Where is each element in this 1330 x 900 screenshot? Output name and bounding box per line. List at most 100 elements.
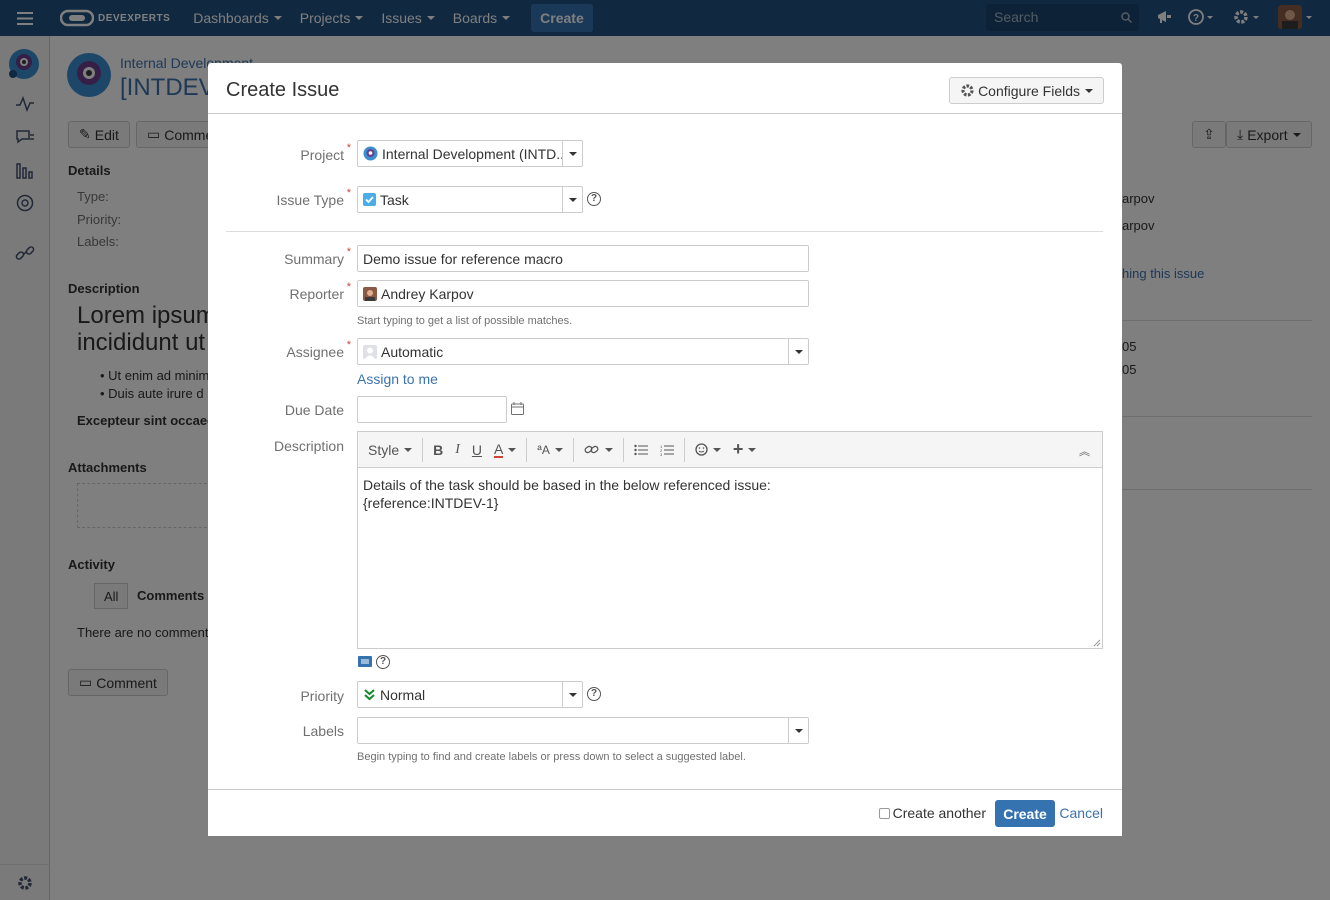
project-select[interactable]: Internal Development (INTD... bbox=[357, 140, 583, 167]
priority-label: Priority bbox=[300, 688, 344, 704]
chevron-down-icon bbox=[604, 447, 613, 452]
editor-toolbar: Style B I U A ªA 123 + ︽ bbox=[358, 432, 1102, 468]
task-icon bbox=[363, 193, 376, 206]
labels-label-text: Labels bbox=[302, 723, 344, 739]
dialog-footer: Create another Create Cancel bbox=[208, 789, 1122, 836]
cancel-link[interactable]: Cancel bbox=[1059, 805, 1103, 821]
resize-handle-icon[interactable] bbox=[1093, 639, 1101, 647]
text-format-icon[interactable]: ªA bbox=[537, 443, 563, 457]
project-avatar-icon bbox=[363, 146, 378, 161]
chevron-down-icon bbox=[568, 151, 577, 156]
chevron-down-icon bbox=[554, 447, 563, 452]
priority-dropdown-button[interactable] bbox=[562, 682, 582, 707]
svg-text:3: 3 bbox=[660, 452, 663, 456]
toolbar-separator bbox=[422, 437, 424, 462]
issue-type-label: Issue Type * bbox=[276, 187, 351, 208]
description-label: Description bbox=[274, 438, 344, 454]
assign-to-me-link[interactable]: Assign to me bbox=[357, 371, 438, 387]
collapse-toolbar-icon[interactable]: ︽ bbox=[1079, 443, 1090, 459]
chevron-down-icon bbox=[568, 197, 577, 202]
project-label-text: Project bbox=[300, 147, 344, 163]
assignee-label-text: Assignee bbox=[286, 344, 344, 360]
issue-type-select[interactable]: Task bbox=[357, 186, 583, 213]
priority-value: Normal bbox=[380, 686, 426, 703]
chevron-down-icon bbox=[794, 349, 803, 354]
description-line-1: Details of the task should be based in t… bbox=[363, 477, 771, 493]
reporter-value: Andrey Karpov bbox=[381, 285, 474, 302]
insert-more-icon[interactable]: + bbox=[733, 439, 757, 460]
emoticon-icon[interactable] bbox=[695, 443, 721, 456]
labels-label: Labels bbox=[303, 723, 344, 739]
configure-fields-label: Configure Fields bbox=[978, 82, 1080, 99]
calendar-icon[interactable] bbox=[511, 402, 524, 415]
reporter-label-text: Reporter bbox=[289, 286, 344, 302]
create-issue-dialog: Create Issue Configure Fields Project * I… bbox=[208, 63, 1122, 836]
due-date-label: Due Date bbox=[285, 402, 344, 418]
toolbar-separator bbox=[683, 437, 685, 462]
dialog-title: Create Issue bbox=[226, 79, 340, 101]
required-marker: * bbox=[346, 281, 351, 293]
due-date-label-text: Due Date bbox=[284, 402, 344, 418]
project-label: Project * bbox=[300, 142, 351, 163]
toolbar-separator bbox=[526, 437, 528, 462]
help-icon[interactable]: ? bbox=[376, 655, 390, 669]
help-icon[interactable]: ? bbox=[587, 192, 601, 206]
italic-icon[interactable]: I bbox=[455, 442, 460, 458]
chevron-down-icon bbox=[712, 447, 721, 452]
labels-hint: Begin typing to find and create labels o… bbox=[357, 751, 746, 763]
description-label-text: Description bbox=[273, 438, 344, 454]
text-color-icon[interactable]: A bbox=[494, 442, 517, 458]
assignee-dropdown-button[interactable] bbox=[788, 339, 808, 364]
summary-label: Summary * bbox=[284, 246, 351, 267]
underline-icon[interactable]: U bbox=[472, 442, 482, 458]
required-marker: * bbox=[346, 187, 351, 199]
bullet-list-icon[interactable] bbox=[634, 444, 648, 456]
section-divider bbox=[226, 231, 1103, 232]
numbered-list-icon[interactable]: 123 bbox=[660, 444, 674, 456]
priority-normal-icon bbox=[364, 689, 375, 701]
dialog-header: Create Issue Configure Fields bbox=[208, 63, 1122, 114]
help-icon[interactable]: ? bbox=[587, 687, 601, 701]
link-icon[interactable] bbox=[584, 444, 613, 456]
assignee-label: Assignee * bbox=[286, 339, 351, 360]
labels-dropdown-button[interactable] bbox=[788, 718, 808, 743]
text-mode-icon[interactable] bbox=[358, 656, 372, 667]
create-another-checkbox[interactable]: Create another bbox=[878, 805, 986, 821]
summary-label-text: Summary bbox=[284, 251, 344, 267]
user-icon bbox=[363, 344, 377, 359]
style-dropdown[interactable]: Style bbox=[368, 441, 413, 458]
reporter-hint: Start typing to get a list of possible m… bbox=[357, 315, 573, 327]
create-another-label: Create another bbox=[892, 805, 986, 821]
create-button[interactable]: Create bbox=[995, 800, 1055, 827]
configure-fields-button[interactable]: Configure Fields bbox=[949, 77, 1104, 104]
priority-select[interactable]: Normal bbox=[357, 681, 583, 708]
bold-icon[interactable]: B bbox=[433, 442, 443, 458]
chevron-down-icon bbox=[508, 447, 517, 452]
gear-icon bbox=[961, 84, 974, 97]
checkbox[interactable] bbox=[878, 807, 890, 819]
project-value: Internal Development (INTD... bbox=[382, 145, 562, 162]
chevron-down-icon bbox=[1085, 88, 1093, 93]
required-marker: * bbox=[346, 142, 351, 154]
toolbar-separator bbox=[572, 437, 574, 462]
reporter-label: Reporter * bbox=[289, 281, 351, 302]
user-avatar-icon bbox=[363, 286, 377, 301]
issue-type-value: Task bbox=[380, 191, 409, 208]
assignee-select[interactable]: Automatic bbox=[357, 338, 809, 365]
project-dropdown-button[interactable] bbox=[562, 141, 582, 166]
reporter-input[interactable]: Andrey Karpov bbox=[357, 280, 809, 307]
summary-value: Demo issue for reference macro bbox=[363, 250, 563, 267]
chevron-down-icon bbox=[748, 447, 757, 452]
issue-type-label-text: Issue Type bbox=[276, 192, 344, 208]
summary-input[interactable]: Demo issue for reference macro bbox=[357, 245, 809, 272]
style-label: Style bbox=[368, 441, 400, 458]
priority-label-text: Priority bbox=[300, 688, 344, 704]
labels-input[interactable] bbox=[357, 717, 809, 744]
description-text[interactable]: Details of the task should be based in t… bbox=[363, 476, 771, 512]
description-editor[interactable]: Style B I U A ªA 123 + ︽ Details of the … bbox=[357, 431, 1103, 649]
issue-type-dropdown-button[interactable] bbox=[562, 187, 582, 212]
chevron-down-icon bbox=[404, 447, 413, 452]
required-marker: * bbox=[346, 246, 351, 258]
due-date-input[interactable] bbox=[357, 396, 507, 423]
chevron-down-icon bbox=[794, 728, 803, 733]
